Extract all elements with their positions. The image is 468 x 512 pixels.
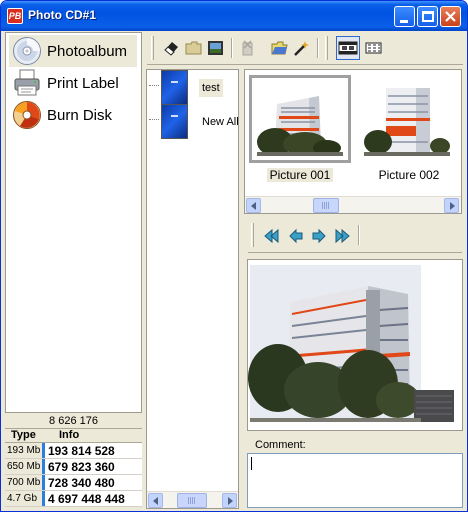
picture-frame-icon[interactable] bbox=[207, 40, 224, 56]
previous-picture-icon[interactable] bbox=[288, 228, 304, 244]
maximize-button[interactable] bbox=[417, 6, 438, 27]
disk-capacity: 679 823 360 bbox=[45, 459, 142, 474]
tree-connector bbox=[149, 85, 159, 86]
scroll-right-arrow[interactable] bbox=[444, 198, 459, 213]
disk-type: 700 Mb bbox=[5, 475, 45, 490]
disc-cover-icon bbox=[161, 104, 188, 139]
eraser-icon[interactable] bbox=[163, 40, 180, 56]
window-title: Photo CD#1 bbox=[28, 8, 97, 22]
thumbnail-caption: Picture 001 bbox=[249, 167, 351, 183]
scroll-thumb[interactable] bbox=[177, 493, 207, 508]
tree-item-new-album[interactable]: New Alb bbox=[147, 104, 239, 140]
used-size-total: 8 626 176 bbox=[5, 413, 142, 429]
scroll-left-arrow[interactable] bbox=[148, 493, 163, 508]
building-photo bbox=[364, 82, 450, 156]
disk-capacity: 193 814 528 bbox=[45, 443, 142, 458]
nav-item-label: Burn Disk bbox=[47, 107, 113, 124]
tree-item-label: test bbox=[199, 79, 223, 97]
nav-item-burn-disk[interactable]: Burn Disk bbox=[9, 99, 137, 131]
tree-item-label: New Alb bbox=[202, 116, 239, 128]
scroll-right-arrow[interactable] bbox=[222, 493, 237, 508]
burn-disc-icon bbox=[13, 101, 41, 129]
nav-item-print-label[interactable]: Print Label bbox=[9, 67, 137, 99]
tree-horizontal-scrollbar[interactable] bbox=[147, 491, 238, 508]
thumbnail-label: Picture 001 bbox=[266, 168, 334, 182]
scroll-left-arrow[interactable] bbox=[246, 198, 261, 213]
app-icon: PB bbox=[7, 8, 23, 24]
thumbnail-strip: Picture 001 Picture 002 bbox=[244, 69, 462, 214]
close-icon bbox=[445, 11, 456, 22]
title-bar[interactable]: PB Photo CD#1 bbox=[1, 1, 467, 31]
magic-wand-icon[interactable] bbox=[293, 40, 310, 56]
picture-preview[interactable] bbox=[247, 259, 463, 431]
toolbar-grip[interactable] bbox=[251, 223, 254, 247]
disk-type: 4.7 Gb bbox=[5, 491, 45, 506]
tree-connector bbox=[149, 119, 159, 120]
toolbar-separator bbox=[317, 38, 319, 58]
nav-item-label: Photoalbum bbox=[47, 43, 128, 60]
open-folder-icon[interactable] bbox=[271, 40, 288, 56]
disk-capacity: 728 340 480 bbox=[45, 475, 142, 490]
type-column-header: Type bbox=[11, 429, 36, 441]
table-row: 4.7 Gb 4 697 448 448 bbox=[5, 491, 142, 507]
thumbnail-picture-002[interactable] bbox=[358, 75, 460, 163]
list-view-icon[interactable] bbox=[365, 40, 382, 56]
first-picture-icon[interactable] bbox=[264, 228, 280, 244]
minimize-button[interactable] bbox=[394, 6, 415, 27]
disk-capacity-table: 8 626 176 Type Info 193 Mb 193 814 528 6… bbox=[5, 412, 142, 509]
disk-type: 193 Mb bbox=[5, 443, 45, 458]
toolbar-grip[interactable] bbox=[151, 36, 154, 60]
table-row: 650 Mb 679 823 360 bbox=[5, 459, 142, 475]
table-row: 700 Mb 728 340 480 bbox=[5, 475, 142, 491]
thumbnail-picture-001[interactable] bbox=[249, 75, 351, 163]
folder-icon[interactable] bbox=[185, 40, 202, 56]
thumbnail-label: Picture 002 bbox=[378, 168, 440, 182]
disc-cover-icon bbox=[161, 70, 188, 105]
delete-disabled-icon[interactable] bbox=[239, 40, 256, 56]
info-column-header: Info bbox=[59, 429, 80, 441]
printer-icon bbox=[14, 69, 40, 96]
close-button[interactable] bbox=[440, 6, 461, 27]
next-picture-icon[interactable] bbox=[311, 228, 327, 244]
toolbar-grip[interactable] bbox=[325, 36, 328, 60]
filmstrip-icon bbox=[338, 41, 358, 55]
comment-label: Comment: bbox=[255, 439, 306, 451]
thumbnail-view-button[interactable] bbox=[336, 36, 360, 60]
toolbar-separator bbox=[231, 38, 233, 58]
album-tree: test New Alb bbox=[146, 69, 239, 509]
scroll-thumb[interactable] bbox=[313, 198, 339, 213]
toolbar-separator bbox=[358, 225, 360, 245]
building-photo-large bbox=[248, 260, 462, 430]
last-picture-icon[interactable] bbox=[334, 228, 350, 244]
thumbnails-horizontal-scrollbar[interactable] bbox=[245, 196, 461, 213]
text-caret bbox=[251, 457, 252, 470]
main-toolbar bbox=[147, 32, 463, 65]
app-window: PB Photo CD#1 Photoalbum Print Label Bur… bbox=[0, 0, 468, 512]
disk-type: 650 Mb bbox=[5, 459, 45, 474]
building-photo bbox=[257, 82, 343, 156]
nav-item-photoalbum[interactable]: Photoalbum bbox=[9, 35, 137, 67]
disk-capacity: 4 697 448 448 bbox=[45, 491, 142, 506]
tree-item-test[interactable]: test bbox=[147, 70, 238, 106]
stats-header: Type Info bbox=[5, 429, 142, 443]
cd-disc-icon bbox=[13, 37, 41, 65]
comment-input[interactable] bbox=[247, 453, 463, 508]
thumbnail-caption: Picture 002 bbox=[358, 167, 460, 183]
navigation-toolbar bbox=[248, 219, 462, 253]
nav-item-label: Print Label bbox=[47, 75, 119, 92]
table-row: 193 Mb 193 814 528 bbox=[5, 443, 142, 459]
